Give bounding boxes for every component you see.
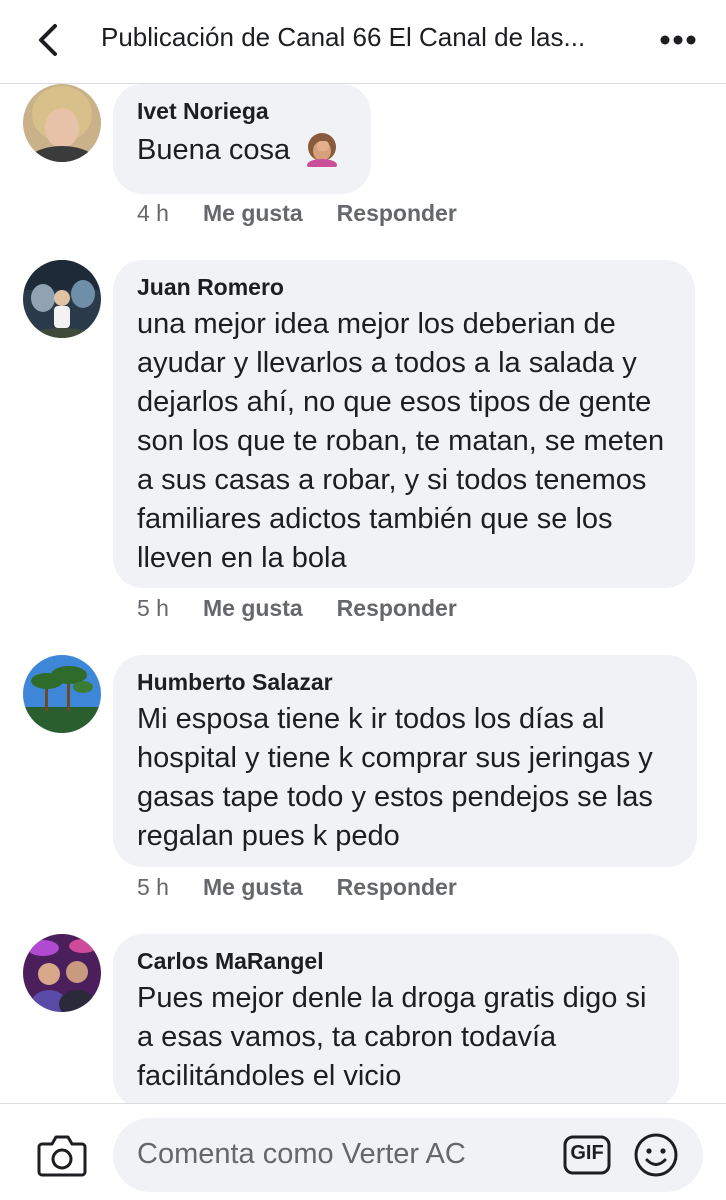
like-button[interactable]: Me gusta (203, 200, 303, 227)
comment-actions: 4 h Me gusta Responder (137, 200, 491, 227)
comment-author[interactable]: Carlos MaRangel (137, 946, 655, 976)
like-button[interactable]: Me gusta (203, 874, 303, 901)
reply-button[interactable]: Responder (337, 200, 457, 227)
smiley-icon (634, 1133, 678, 1177)
comment-timestamp: 4 h (137, 200, 169, 226)
comment-text: Pues mejor denle la droga gratis digo si… (137, 982, 647, 1092)
reply-button[interactable]: Responder (337, 595, 457, 622)
page-title: Publicación de Canal 66 El Canal de las.… (101, 22, 586, 52)
comment-actions: 5 h Me gusta Responder (137, 874, 491, 901)
gif-label: GIF (570, 1142, 604, 1164)
comment-author[interactable]: Juan Romero (137, 272, 671, 302)
avatar[interactable] (23, 84, 101, 162)
camera-icon (37, 1135, 87, 1177)
comment-actions: 5 h Me gusta Responder (137, 595, 491, 622)
top-bar: Publicación de Canal 66 El Canal de las.… (0, 0, 726, 84)
comment-bubble[interactable]: Carlos MaRangel Pues mejor denle la drog… (113, 934, 679, 1108)
comment-bubble[interactable]: Humberto Salazar Mi esposa tiene k ir to… (113, 655, 697, 867)
avatar[interactable] (23, 260, 101, 338)
comment-text: Mi esposa tiene k ir todos los días al h… (137, 703, 653, 852)
avatar[interactable] (23, 655, 101, 733)
comment-author[interactable]: Humberto Salazar (137, 667, 673, 697)
comment-bubble[interactable]: Juan Romero una mejor idea mejor los deb… (113, 260, 695, 588)
avatar[interactable] (23, 934, 101, 1012)
chevron-left-icon (39, 24, 57, 56)
more-options-button[interactable] (656, 20, 700, 60)
comment-timestamp: 5 h (137, 595, 169, 621)
more-dots-icon (660, 35, 696, 45)
like-button[interactable]: Me gusta (203, 595, 303, 622)
comment-timestamp: 5 h (137, 874, 169, 900)
emoji-button[interactable] (633, 1132, 679, 1178)
comment-text: Buena cosa (137, 129, 347, 171)
face-palm-emoji (302, 129, 342, 171)
reply-button[interactable]: Responder (337, 874, 457, 901)
back-button[interactable] (28, 20, 68, 60)
comment-text: una mejor idea mejor los deberian de ayu… (137, 308, 665, 574)
comment-author[interactable]: Ivet Noriega (137, 96, 347, 126)
comment-input-placeholder: Comenta como Verter AC (137, 1138, 466, 1170)
comment-bubble[interactable]: Ivet Noriega Buena cosa (113, 84, 371, 194)
comment-composer: Comenta como Verter AC GIF (0, 1103, 726, 1200)
gif-button[interactable]: GIF (563, 1135, 611, 1175)
camera-button[interactable] (36, 1132, 88, 1178)
comment-input[interactable]: Comenta como Verter AC GIF (113, 1118, 703, 1192)
comment-text-body: Buena cosa (137, 134, 291, 166)
